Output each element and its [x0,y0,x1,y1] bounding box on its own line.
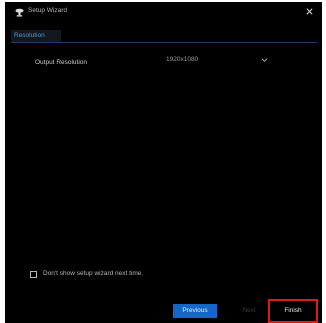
dont-show-again-checkbox[interactable] [30,270,37,278]
previous-button[interactable]: Previous [173,304,217,318]
output-resolution-value: 1920x1080 [166,56,199,63]
tab-resolution[interactable]: Resolution [11,30,61,42]
setup-wizard-dialog: Setup Wizard Resolution Output Resolutio… [5,2,322,323]
window-title: Setup Wizard [28,7,68,14]
title-bar: Setup Wizard [5,2,322,22]
finish-button[interactable]: Finish [268,299,318,323]
tab-bar: Resolution [11,30,317,44]
dont-show-again-label: Don't show setup wizard next time. [43,269,144,277]
close-icon[interactable] [305,7,314,16]
next-button[interactable]: Next [227,304,271,318]
output-resolution-label: Output Resolution [35,59,88,66]
wizard-logo-icon [15,8,24,17]
chevron-down-icon [261,58,268,62]
tab-divider [11,42,317,43]
dont-show-again-row[interactable]: Don't show setup wizard next time. [30,270,230,280]
output-resolution-select[interactable]: 1920x1080 [160,53,274,67]
